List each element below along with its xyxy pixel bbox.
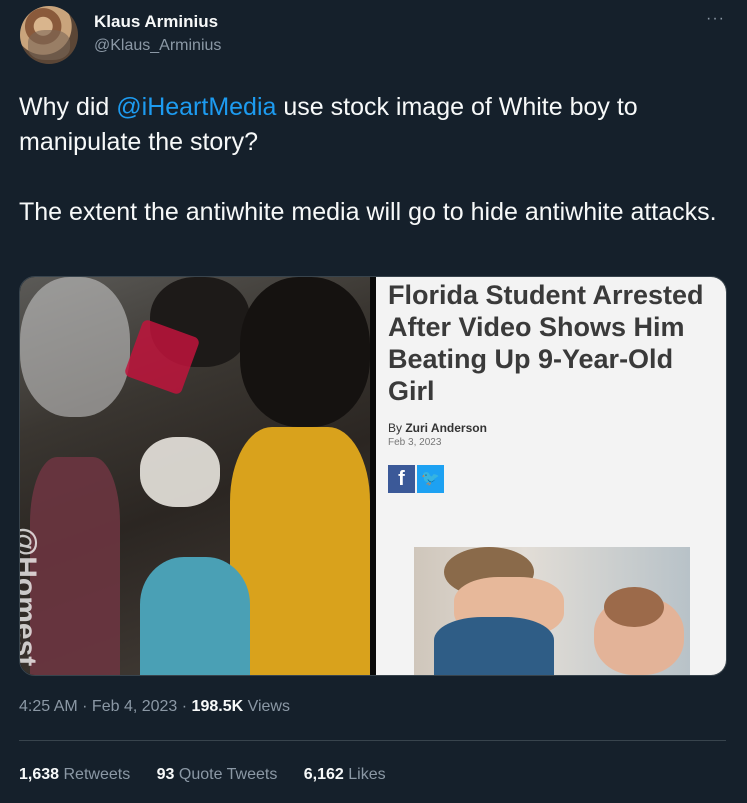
quote-tweets-count: 93 xyxy=(156,766,175,783)
more-options-icon[interactable]: ··· xyxy=(706,10,725,28)
video-still-image[interactable]: @Homest xyxy=(20,277,370,675)
tweet-media[interactable]: @Homest Florida Student Arrested After V… xyxy=(19,276,727,676)
article-screenshot[interactable]: Florida Student Arrested After Video Sho… xyxy=(376,277,726,675)
tweet-text: Why did @iHeartMedia use stock image of … xyxy=(19,90,729,230)
views-count: 198.5K xyxy=(191,698,244,715)
author-display-name[interactable]: Klaus Arminius xyxy=(94,12,218,32)
facebook-share-icon: f xyxy=(388,465,415,493)
retweets-label: Retweets xyxy=(59,766,131,783)
article-byline: By Zuri Anderson xyxy=(388,421,487,435)
quote-tweets-stat[interactable]: 93 Quote Tweets xyxy=(157,766,278,783)
article-date: Feb 3, 2023 xyxy=(388,437,442,448)
meta-separator-2: · xyxy=(177,698,192,715)
likes-label: Likes xyxy=(343,766,386,783)
video-watermark: @Homest xyxy=(20,527,42,667)
article-stock-photo xyxy=(414,547,690,675)
retweets-stat[interactable]: 1,638 Retweets xyxy=(19,766,130,783)
likes-count: 6,162 xyxy=(303,766,344,783)
likes-stat[interactable]: 6,162 Likes xyxy=(304,766,386,783)
engagement-stats: 1,638 Retweets 93 Quote Tweets 6,162 Lik… xyxy=(19,766,408,784)
mention-link[interactable]: @iHeartMedia xyxy=(116,93,276,121)
tweet-metadata: 4:25 AM · Feb 4, 2023 · 198.5K Views xyxy=(19,698,290,716)
meta-separator: · xyxy=(77,698,92,715)
divider xyxy=(19,740,726,741)
twitter-share-icon: 🐦 xyxy=(417,465,444,493)
byline-prefix: By xyxy=(388,421,406,435)
avatar[interactable] xyxy=(20,6,78,64)
retweets-count: 1,638 xyxy=(19,766,60,783)
tweet-date[interactable]: Feb 4, 2023 xyxy=(92,698,177,715)
author-handle[interactable]: @Klaus_Arminius xyxy=(94,37,221,55)
byline-author: Zuri Anderson xyxy=(405,421,487,435)
quote-tweets-label: Quote Tweets xyxy=(174,766,278,783)
tweet-text-part-1: Why did xyxy=(19,93,117,121)
views-label: Views xyxy=(243,698,290,715)
article-headline: Florida Student Arrested After Video Sho… xyxy=(388,280,704,406)
tweet-time[interactable]: 4:25 AM xyxy=(19,698,78,715)
